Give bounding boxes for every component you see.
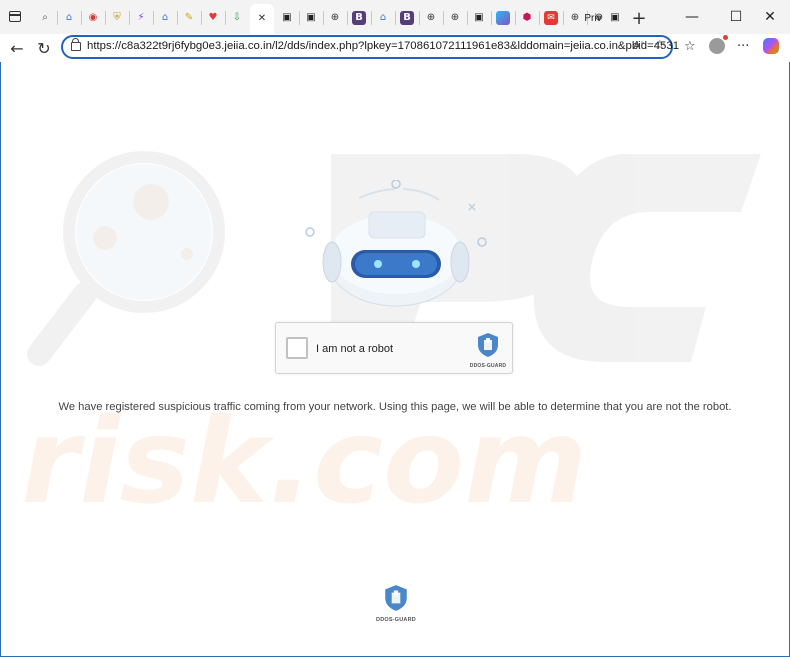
page-icon: ▣ bbox=[610, 12, 620, 23]
captcha-label[interactable]: I am not a robot bbox=[316, 343, 393, 355]
shield-icon bbox=[478, 333, 498, 357]
page-icon: ▣ bbox=[282, 12, 292, 23]
close-window-button[interactable]: ✕ bbox=[750, 0, 790, 34]
warning-message: We have registered suspicious traffic co… bbox=[58, 401, 732, 413]
refresh-button[interactable]: ↻ bbox=[32, 36, 56, 60]
robot-illustration bbox=[305, 180, 487, 307]
captcha-widget: I am not a robot DDOS-GUARD bbox=[275, 322, 513, 374]
magnifier-icon: ⌕ bbox=[42, 12, 48, 23]
lock-icon[interactable] bbox=[71, 38, 81, 51]
tab-15[interactable]: B bbox=[396, 6, 418, 30]
tab-3[interactable]: ⛨ bbox=[106, 6, 128, 30]
ddos-guard-footer-text: DDOS-GUARD bbox=[376, 617, 416, 623]
tab-2[interactable]: ◉ bbox=[82, 6, 104, 30]
tab-14[interactable]: ⌂ bbox=[372, 6, 394, 30]
bolt-icon: ⚡ bbox=[137, 12, 145, 23]
tab-18[interactable]: ▣ bbox=[468, 6, 490, 30]
profile-avatar[interactable] bbox=[709, 35, 728, 54]
minimize-button[interactable]: — bbox=[672, 0, 712, 34]
tab-13[interactable]: B bbox=[348, 6, 370, 30]
tab-0[interactable]: ⌕ bbox=[34, 6, 56, 30]
heart-icon: ♥ bbox=[208, 12, 218, 23]
captcha-checkbox[interactable] bbox=[286, 337, 308, 359]
house-icon: ⌂ bbox=[161, 12, 169, 23]
tab-strip: ⌕⌂◉⛨⚡⌂✎♥⇩✕▣▣⊕B⌂B⊕⊕▣▦⬢✉⊕⊕ Priv ▣ + — ☐ ✕ bbox=[0, 0, 790, 34]
new-tab-button[interactable]: + bbox=[628, 7, 650, 29]
tab-5[interactable]: ⌂ bbox=[154, 6, 176, 30]
ddos-guard-logo: DDOS-GUARD bbox=[468, 332, 508, 369]
house-icon: ⌂ bbox=[379, 12, 387, 23]
url-text[interactable]: https://c8a322t9rj6fybg0e3.jeiia.co.in/l… bbox=[87, 40, 679, 52]
tab-page[interactable]: ▣ bbox=[604, 6, 626, 30]
favorite-star-icon[interactable]: ☆ bbox=[654, 38, 666, 53]
mail-icon: ✉ bbox=[544, 11, 558, 25]
download-icon: ⇩ bbox=[232, 12, 242, 23]
bootstrap-icon: B bbox=[400, 11, 414, 25]
address-bar[interactable]: https://c8a322t9rj6fybg0e3.jeiia.co.in/l… bbox=[61, 35, 679, 59]
globe-icon: ⊕ bbox=[426, 12, 436, 23]
globe-icon: ⊕ bbox=[450, 12, 460, 23]
bootstrap-icon: B bbox=[352, 11, 366, 25]
tab-11[interactable]: ▣ bbox=[300, 6, 322, 30]
ddos-guard-text: DDOS-GUARD bbox=[469, 363, 507, 369]
tab-16[interactable]: ⊕ bbox=[420, 6, 442, 30]
page-icon: ▣ bbox=[474, 12, 484, 23]
tab-8[interactable]: ⇩ bbox=[226, 6, 248, 30]
tab-1[interactable]: ⌂ bbox=[58, 6, 80, 30]
close-icon[interactable]: ✕ bbox=[255, 12, 269, 26]
tab-20[interactable]: ⬢ bbox=[516, 6, 538, 30]
tab-private[interactable]: Priv bbox=[582, 6, 604, 30]
more-menu-icon[interactable]: ··· bbox=[737, 39, 749, 54]
browser-toolbar: ← ↻ https://c8a322t9rj6fybg0e3.jeiia.co.… bbox=[0, 34, 790, 62]
read-aloud-icon[interactable]: A» bbox=[633, 39, 644, 52]
globe-icon: ⊕ bbox=[570, 12, 580, 23]
tab-21[interactable]: ✉ bbox=[540, 6, 562, 30]
tab-19[interactable]: ▦ bbox=[492, 6, 514, 30]
tab-label: Priv bbox=[584, 12, 602, 24]
tab-7[interactable]: ♥ bbox=[202, 6, 224, 30]
tab-4[interactable]: ⚡ bbox=[130, 6, 152, 30]
back-button[interactable]: ← bbox=[5, 36, 29, 60]
globe-icon: ⊕ bbox=[330, 12, 340, 23]
favorites-icon[interactable]: ☆ bbox=[684, 39, 696, 54]
tab-9[interactable]: ✕ bbox=[250, 4, 274, 34]
ddos-guard-footer-logo: DDOS-GUARD bbox=[371, 584, 421, 624]
tab-6[interactable]: ✎ bbox=[178, 6, 200, 30]
shield-icon bbox=[385, 585, 407, 611]
house-icon: ⌂ bbox=[65, 12, 73, 23]
tag-icon: ✎ bbox=[184, 12, 194, 23]
tab-12[interactable]: ⊕ bbox=[324, 6, 346, 30]
page-icon: ▣ bbox=[306, 12, 316, 23]
page-content: risk.com I am not a robot DDOS-GUARD We … bbox=[1, 62, 789, 656]
hexagon-icon: ⬢ bbox=[522, 12, 532, 23]
tab-17[interactable]: ⊕ bbox=[444, 6, 466, 30]
image-icon: ▦ bbox=[496, 11, 510, 25]
copilot-icon[interactable] bbox=[763, 38, 779, 54]
target-icon: ◉ bbox=[88, 12, 98, 23]
shield-icon: ⛨ bbox=[113, 12, 121, 23]
vertical-tabs-icon[interactable] bbox=[9, 11, 21, 22]
tab-10[interactable]: ▣ bbox=[276, 6, 298, 30]
